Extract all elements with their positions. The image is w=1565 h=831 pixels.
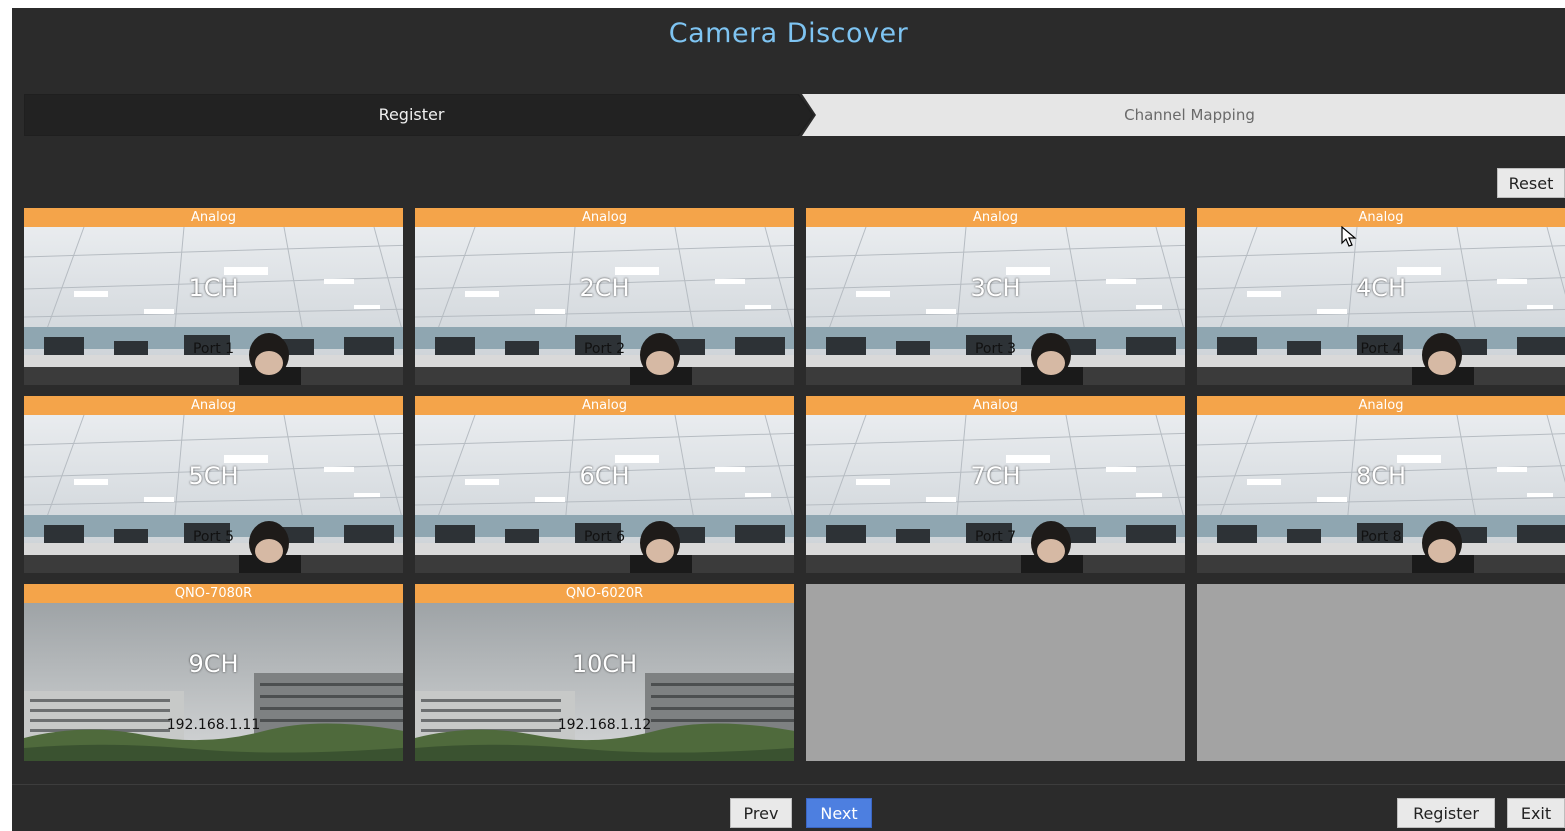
mouse-cursor-icon: [1341, 226, 1357, 247]
camera-tile-3[interactable]: Analog 3CH Port 3: [806, 208, 1185, 385]
tile-header: QNO-7080R: [24, 584, 403, 603]
channel-label: 2CH: [579, 274, 630, 302]
channel-label: 10CH: [571, 650, 638, 678]
camera-preview: [1197, 227, 1565, 385]
camera-preview: [24, 227, 403, 385]
exit-button[interactable]: Exit: [1507, 798, 1565, 828]
tile-header: Analog: [24, 396, 403, 415]
prev-button[interactable]: Prev: [730, 798, 792, 828]
source-label: Port 1: [192, 341, 235, 357]
source-label: Port 8: [1360, 529, 1402, 545]
camera-tile-9[interactable]: QNO-7080R 9CH 192.168.1.11: [24, 584, 403, 761]
channel-label: 1CH: [188, 274, 239, 302]
source-label: 192.168.1.11: [166, 717, 261, 733]
tile-header: Analog: [415, 396, 794, 415]
camera-preview: [415, 415, 794, 573]
footer-divider: [12, 784, 1565, 785]
camera-tile-5[interactable]: Analog 5CH Port 5: [24, 396, 403, 573]
camera-preview: [24, 603, 403, 761]
camera-tile-2[interactable]: Analog 2CH Port 2: [415, 208, 794, 385]
channel-label: 6CH: [579, 462, 630, 490]
camera-tile-7[interactable]: Analog 7CH Port 7: [806, 396, 1185, 573]
step-register: Register: [24, 94, 814, 136]
camera-tile-10[interactable]: QNO-6020R 10CH 192.168.1.12: [415, 584, 794, 761]
reset-button[interactable]: Reset: [1497, 168, 1565, 198]
camera-preview: [415, 227, 794, 385]
camera-preview: [806, 415, 1185, 573]
channel-label: 5CH: [188, 462, 239, 490]
dialog-title: Camera Discover: [668, 18, 909, 49]
tile-header: Analog: [24, 208, 403, 227]
step-channel-mapping-label: Channel Mapping: [1124, 106, 1255, 124]
empty-tile[interactable]: [1197, 584, 1565, 761]
source-label: 192.168.1.12: [557, 717, 652, 733]
camera-preview: [806, 227, 1185, 385]
channel-label: 9CH: [188, 650, 239, 678]
tile-header: Analog: [1197, 396, 1565, 415]
step-register-label: Register: [378, 105, 445, 124]
source-label: Port 7: [974, 529, 1017, 545]
source-label: Port 6: [583, 529, 626, 545]
camera-preview: [415, 603, 794, 761]
empty-tile[interactable]: [806, 584, 1185, 761]
step-channel-mapping: Channel Mapping: [802, 94, 1565, 136]
camera-discover-dialog: Camera Discover Register Channel Mapping…: [12, 8, 1565, 831]
camera-preview: [1197, 415, 1565, 573]
camera-tile-8[interactable]: Analog 8CH Port 8: [1197, 396, 1565, 573]
register-button[interactable]: Register: [1397, 798, 1495, 828]
step-indicator: Register Channel Mapping: [24, 94, 1565, 136]
source-label: Port 3: [974, 341, 1017, 357]
tile-header: QNO-6020R: [415, 584, 794, 603]
tile-header: Analog: [1197, 208, 1565, 227]
camera-tile-4[interactable]: Analog 4CH Port 4: [1197, 208, 1565, 385]
channel-label: 8CH: [1355, 462, 1407, 490]
tile-header: Analog: [806, 208, 1185, 227]
tile-header: Analog: [415, 208, 794, 227]
source-label: Port 5: [192, 529, 235, 545]
camera-preview: [24, 415, 403, 573]
channel-label: 7CH: [970, 462, 1021, 490]
camera-tile-6[interactable]: Analog 6CH Port 6: [415, 396, 794, 573]
channel-label: 3CH: [970, 274, 1021, 302]
next-button[interactable]: Next: [806, 798, 872, 828]
tile-header: Analog: [806, 396, 1185, 415]
source-label: Port 4: [1360, 341, 1402, 357]
source-label: Port 2: [583, 341, 626, 357]
channel-label: 4CH: [1355, 274, 1407, 302]
camera-tile-1[interactable]: Analog 1CH Port 1: [24, 208, 403, 385]
